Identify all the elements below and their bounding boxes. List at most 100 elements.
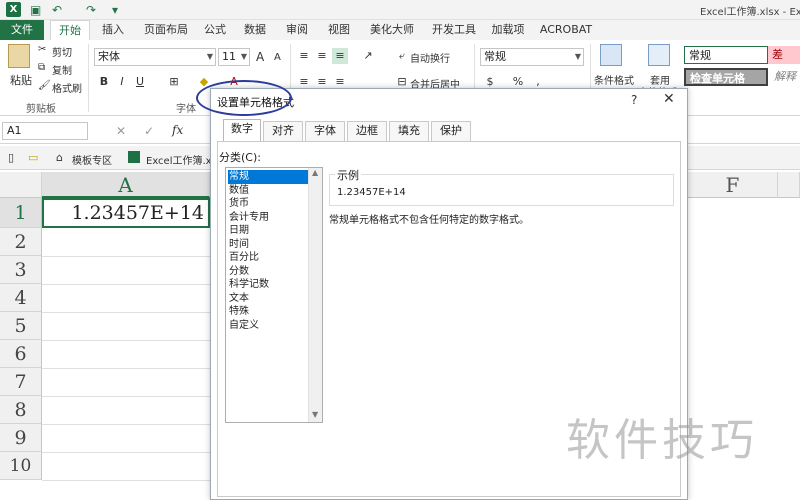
row-header[interactable]: 1 [0,198,42,228]
tab-border[interactable]: 边框 [347,121,387,141]
tab-home[interactable]: 开始 [50,20,90,40]
paste-icon[interactable] [8,44,30,68]
font-size-select[interactable]: 11 ▼ [218,48,250,66]
category-item[interactable]: 自定义 [228,319,308,333]
tab-developer[interactable]: 开发工具 [428,20,480,40]
chevron-down-icon: ▼ [574,52,581,61]
copy-icon[interactable]: ⧉ [38,62,45,73]
row-header[interactable]: 7 [0,368,42,396]
style-check-cell[interactable]: 检查单元格 [684,68,768,86]
tab-acrobat[interactable]: ACROBAT [536,20,596,40]
category-item[interactable]: 时间 [228,238,308,252]
tab-file[interactable]: 文件 [0,20,44,40]
underline-button[interactable]: U [132,74,148,90]
align-middle-icon[interactable]: ≡ [314,48,330,64]
name-box[interactable]: A1 [2,122,88,140]
category-item[interactable]: 百分比 [228,251,308,265]
tab-insert[interactable]: 插入 [96,20,130,40]
cell-a1[interactable]: 1.23457E+14 [42,198,210,228]
category-item[interactable]: 文本 [228,292,308,306]
document-icon[interactable]: ▯ [8,151,14,164]
ribbon-tabs: 文件 开始 插入 页面布局 公式 数据 审阅 视图 美化大师 开发工具 加载项 … [0,20,800,40]
row-header[interactable]: 2 [0,228,42,256]
format-painter-button[interactable]: 格式刷 [52,80,82,95]
tab-fill[interactable]: 填充 [389,121,429,141]
row-header[interactable]: 6 [0,340,42,368]
cut-button[interactable]: 剪切 [52,44,72,59]
style-bad[interactable]: 差 [768,46,800,64]
orientation-icon[interactable]: ↗ [360,48,376,64]
category-item[interactable]: 会计专用 [228,211,308,225]
tab-data[interactable]: 数据 [240,20,270,40]
gridline [42,340,212,341]
chevron-down-icon: ▼ [240,52,247,61]
row-header[interactable]: 5 [0,312,42,340]
tab-beautify[interactable]: 美化大师 [366,20,418,40]
cancel-icon[interactable]: ✕ [116,124,126,138]
scroll-up-icon[interactable]: ▲ [312,168,318,177]
tab-view[interactable]: 视图 [324,20,354,40]
category-item[interactable]: 货币 [228,197,308,211]
tab-review[interactable]: 审阅 [282,20,312,40]
shrink-font-button[interactable]: A [274,52,281,63]
style-explain[interactable]: 解释 [770,68,800,86]
tab-protection[interactable]: 保护 [431,121,471,141]
excel-file-icon [128,151,140,163]
tab-number[interactable]: 数字 [223,119,261,142]
conditional-format-button[interactable]: 条件格式 [594,72,634,87]
save-icon[interactable]: ▣ [30,2,41,18]
align-top-icon[interactable]: ≡ [296,48,312,64]
category-scrollbar[interactable]: ▲ ▼ [308,168,322,422]
tab-font[interactable]: 字体 [305,121,345,141]
tab-page-layout[interactable]: 页面布局 [138,20,194,40]
folder-icon[interactable]: ▭ [28,151,38,164]
paste-button[interactable]: 粘贴 [10,72,32,88]
tab-addins[interactable]: 加载项 [488,20,528,40]
row-header[interactable]: 10 [0,452,42,480]
italic-button[interactable]: I [114,74,130,90]
help-button[interactable]: ? [631,93,637,107]
column-header-g[interactable] [778,172,800,198]
tab-alignment[interactable]: 对齐 [263,121,303,141]
insert-function-button[interactable]: fx [172,123,183,137]
redo-icon[interactable]: ↷ [86,2,96,18]
wrap-text-icon[interactable]: ⤶ [394,48,410,64]
row-header[interactable]: 8 [0,396,42,424]
template-tab[interactable]: 模板专区 [72,152,112,167]
category-item[interactable]: 日期 [228,224,308,238]
column-header-a[interactable]: A [42,172,210,198]
category-item[interactable]: 分数 [228,265,308,279]
select-all-corner[interactable] [0,172,42,198]
enter-icon[interactable]: ✓ [144,124,154,138]
row-header[interactable]: 9 [0,424,42,452]
category-list[interactable]: 常规 数值 货币 会计专用 日期 时间 百分比 分数 科学记数 文本 特殊 自定… [225,167,323,423]
wrap-text-button[interactable]: 自动换行 [410,50,450,65]
style-normal[interactable]: 常规 [684,46,768,64]
home-icon[interactable]: ⌂ [56,151,63,164]
tab-formulas[interactable]: 公式 [200,20,230,40]
ribbon-separator [88,44,89,112]
copy-button[interactable]: 复制 [52,62,72,77]
format-painter-icon[interactable]: 🖌 [38,80,51,91]
scroll-down-icon[interactable]: ▼ [312,410,318,419]
row-header[interactable]: 4 [0,284,42,312]
grow-font-button[interactable]: A [256,50,264,64]
font-name-select[interactable]: 宋体 ▼ [94,48,216,66]
number-format-select[interactable]: 常规 ▼ [480,48,584,66]
table-format-icon[interactable] [648,44,670,66]
align-bottom-icon[interactable]: ≡ [332,48,348,64]
category-item[interactable]: 科学记数 [228,278,308,292]
cut-icon[interactable]: ✂ [38,44,46,55]
close-icon[interactable]: ✕ [663,91,675,107]
category-item[interactable]: 数值 [228,184,308,198]
category-item[interactable]: 常规 [228,170,308,184]
undo-icon[interactable]: ↶ [52,2,62,18]
border-icon[interactable]: ⊞ [166,74,182,90]
bold-button[interactable]: B [96,74,112,90]
customize-qa-icon[interactable]: ▾ [112,2,118,18]
column-header-f[interactable]: F [688,172,778,198]
window-title: Excel工作簿.xlsx - Exc [700,7,800,18]
conditional-format-icon[interactable] [600,44,622,66]
row-header[interactable]: 3 [0,256,42,284]
category-item[interactable]: 特殊 [228,305,308,319]
